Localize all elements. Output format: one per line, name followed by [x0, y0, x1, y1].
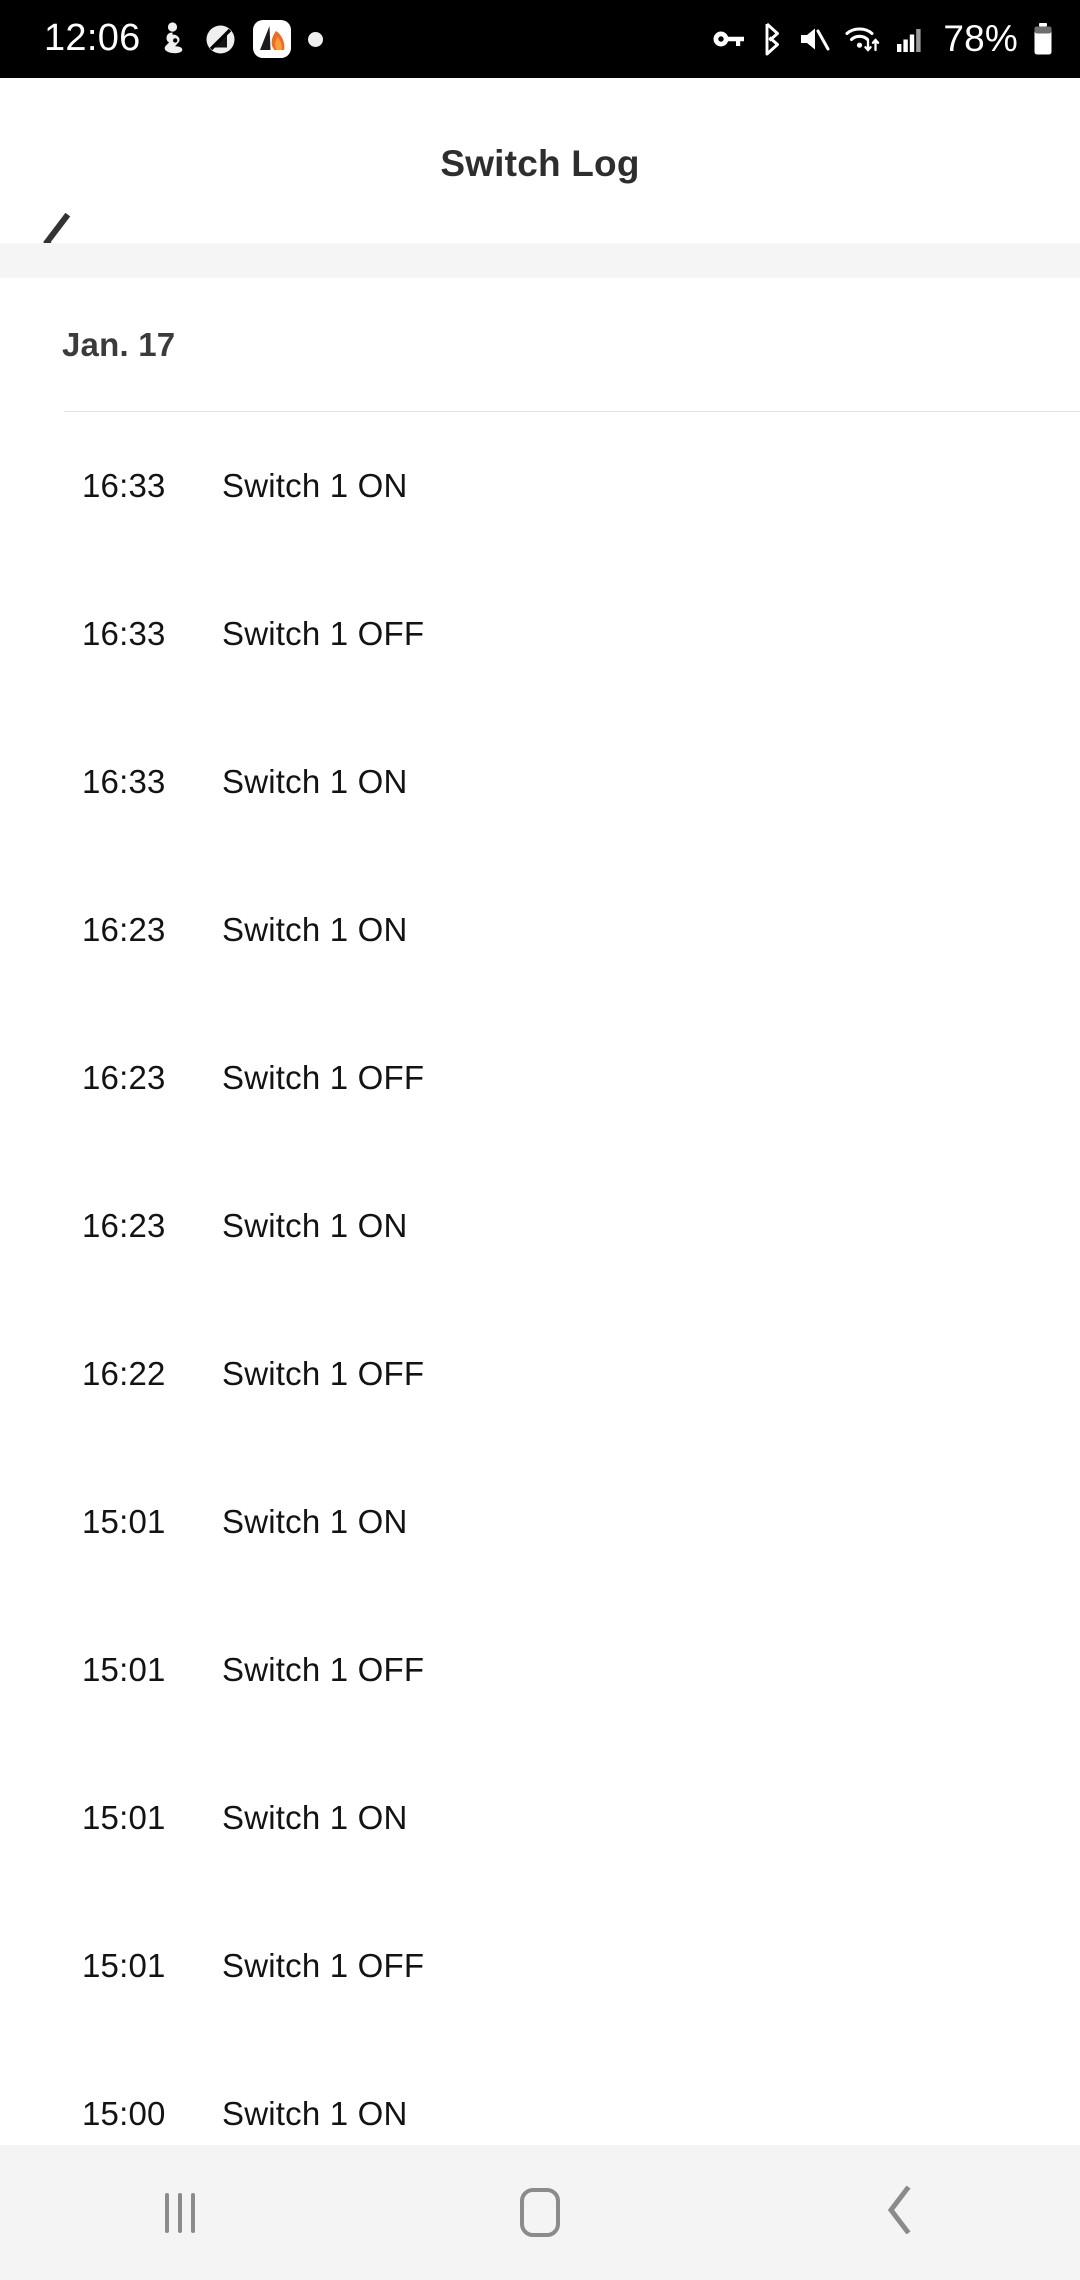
- app-bar: Switch Log: [0, 78, 1080, 271]
- log-row-time: 16:33: [82, 763, 166, 800]
- log-row-event: Switch 1 OFF: [222, 1947, 425, 1984]
- log-row: 16:23 Switch 1 ON: [0, 1152, 1080, 1300]
- log-row: 15:01 Switch 1 OFF: [0, 1596, 1080, 1744]
- log-row-time: 16:33: [82, 615, 166, 652]
- log-row-event: Switch 1 ON: [222, 763, 408, 800]
- log-row-event: Switch 1 ON: [222, 1503, 408, 1540]
- recents-button[interactable]: [0, 2145, 360, 2280]
- page-title: Switch Log: [440, 142, 640, 184]
- vpn-key-icon: [710, 27, 746, 51]
- home-button[interactable]: [360, 2145, 720, 2280]
- nav-back-button[interactable]: [720, 2145, 1080, 2280]
- status-bar-right: 78%: [710, 18, 1054, 60]
- switch-log-list: 16:33 Switch 1 ON 16:33 Switch 1 OFF 16:33 Sw…: [0, 412, 1080, 2145]
- switch-log-content[interactable]: Jan. 17 16:33 Switch 1 ON 16:33 Switch 1 OF…: [0, 278, 1080, 2145]
- chevron-left-icon: [886, 2185, 914, 2239]
- log-row: 16:33 Switch 1 ON: [0, 708, 1080, 856]
- cellular-signal-icon: [896, 24, 926, 54]
- wifi-transfer-icon: [844, 23, 882, 56]
- home-icon: [520, 2188, 560, 2237]
- date-header: Jan. 17: [62, 325, 176, 363]
- log-row-time: 15:01: [82, 1503, 166, 1540]
- battery-percent-label: 78%: [943, 18, 1018, 59]
- log-row: 16:23 Switch 1 OFF: [0, 1004, 1080, 1152]
- log-row-event: Switch 1 ON: [222, 911, 408, 948]
- status-bar-clock: 12:06: [44, 17, 141, 59]
- phone-screen: 12:06 78% Switch Log Jan. 17 16:33 Switc…: [0, 0, 1080, 2280]
- bluetooth-icon: [760, 22, 784, 56]
- log-row-time: 15:01: [82, 1947, 166, 1984]
- log-row-event: Switch 1 OFF: [222, 1355, 425, 1392]
- log-row-event: Switch 1 ON: [222, 1799, 408, 1836]
- log-row-event: Switch 1 OFF: [222, 1059, 425, 1096]
- person-silhouette-icon: [158, 22, 188, 56]
- log-row-time: 15:00: [82, 2095, 166, 2132]
- log-row: 15:01 Switch 1 ON: [0, 1448, 1080, 1596]
- section-spacer-band: [0, 243, 1080, 278]
- log-row: 16:33 Switch 1 OFF: [0, 560, 1080, 708]
- log-row: 15:00 Switch 1 ON: [0, 2040, 1080, 2145]
- no-sound-circle-icon: [205, 24, 236, 55]
- status-bar: 12:06 78%: [0, 0, 1080, 78]
- log-row-time: 15:01: [82, 1651, 166, 1688]
- log-row-time: 15:01: [82, 1799, 166, 1836]
- log-row-event: Switch 1 ON: [222, 2095, 408, 2132]
- flame-app-icon: [252, 20, 291, 58]
- log-row-time: 16:23: [82, 1207, 166, 1244]
- log-row-event: Switch 1 ON: [222, 1207, 408, 1244]
- recents-icon: [165, 2192, 195, 2233]
- notification-dot-icon: [307, 31, 323, 47]
- volume-mute-icon: [798, 24, 830, 54]
- log-row-event: Switch 1 OFF: [222, 1651, 425, 1688]
- log-row: 15:01 Switch 1 OFF: [0, 1892, 1080, 2040]
- log-row: 16:22 Switch 1 OFF: [0, 1300, 1080, 1448]
- log-row-time: 16:33: [82, 467, 166, 504]
- status-bar-left: 12:06: [44, 17, 323, 59]
- log-row-time: 16:23: [82, 1059, 166, 1096]
- log-row: 16:23 Switch 1 ON: [0, 856, 1080, 1004]
- battery-icon: [1032, 22, 1054, 56]
- log-row-time: 16:23: [82, 911, 166, 948]
- log-row-event: Switch 1 ON: [222, 467, 408, 504]
- log-row: 16:33 Switch 1 ON: [0, 412, 1080, 560]
- system-navigation-bar: [0, 2145, 1080, 2280]
- log-row-event: Switch 1 OFF: [222, 615, 425, 652]
- log-row: 15:01 Switch 1 ON: [0, 1744, 1080, 1892]
- log-row-time: 16:22: [82, 1355, 166, 1392]
